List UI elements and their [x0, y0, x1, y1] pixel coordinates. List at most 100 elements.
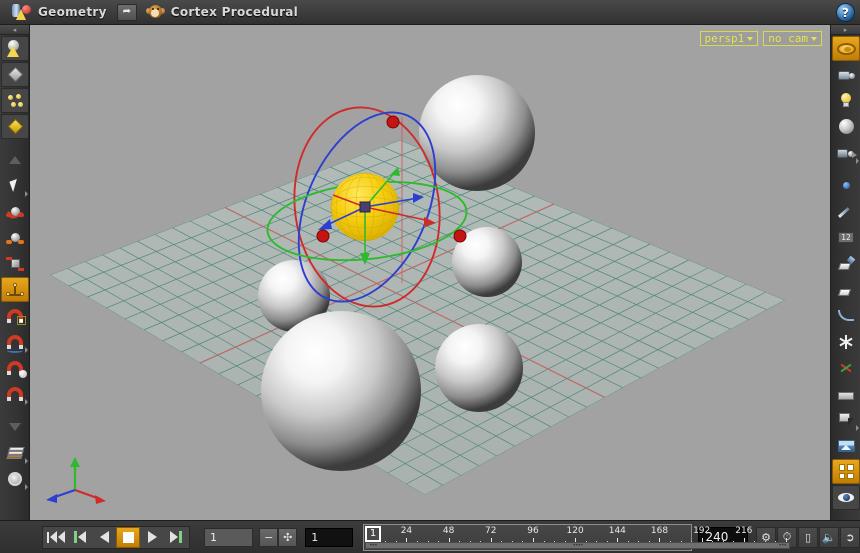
yellow-diamond-tool[interactable] — [1, 114, 29, 139]
timeline[interactable]: 24 48 72 96 120 144 168 192 216 1 ••• •••• ••• — [363, 523, 791, 551]
lasso-tool[interactable] — [1, 199, 29, 224]
timeline-tick-label: 144 — [608, 525, 626, 536]
scroll-right-grip[interactable]: ••• — [775, 542, 789, 549]
number-12-icon: 12 — [836, 229, 856, 247]
show-manipulator-tool[interactable] — [1, 277, 29, 302]
diamond-icon — [5, 66, 25, 84]
timeline-tick-label: 120 — [566, 525, 584, 536]
clapper-tool[interactable] — [832, 407, 860, 432]
sphere-mid-front-right[interactable] — [435, 324, 523, 412]
play-icon — [147, 531, 157, 543]
snap-to-view-tool[interactable] — [1, 381, 29, 406]
light-tool[interactable] — [832, 88, 860, 113]
tab-geometry[interactable]: Geometry — [6, 0, 113, 25]
four-view-layout-tool[interactable] — [832, 459, 860, 484]
arrow-in-box-icon[interactable]: ➦ — [116, 3, 137, 21]
more-options-triangle-icon — [25, 399, 28, 405]
scroll-left-grip[interactable]: ••• — [366, 542, 380, 549]
timeline-current-frame-marker[interactable]: 1 — [365, 525, 382, 542]
scissor-axis-tool[interactable] — [832, 355, 860, 380]
speaker-icon: 🔈 — [822, 530, 836, 544]
sphere-large-front[interactable] — [261, 311, 421, 471]
viewport-scene — [46, 75, 785, 504]
camera-menu-nocam[interactable]: no cam — [763, 31, 822, 46]
rotate-tool[interactable] — [1, 225, 29, 250]
more-options-triangle-icon — [856, 425, 859, 431]
manipulator-handle-right — [453, 229, 467, 243]
go-to-start-button[interactable] — [44, 527, 68, 548]
visibility-tool[interactable] — [832, 485, 860, 510]
tab-cortex-procedural[interactable]: Cortex Procedural — [141, 0, 304, 25]
magnet-point-icon — [7, 360, 27, 378]
collapse-up-arrow[interactable] — [1, 147, 29, 172]
film-reel-icon — [8, 471, 22, 486]
snap-to-curve-tool[interactable] — [1, 329, 29, 354]
image-icon — [837, 439, 855, 452]
camera-menu-persp[interactable]: persp1 — [699, 31, 759, 46]
twelve-count-tool[interactable]: 12 — [832, 225, 860, 250]
collapse-down-arrow[interactable] — [1, 414, 29, 439]
paint-brush-tool[interactable] — [832, 199, 860, 224]
animation-layer-icon[interactable]: ➲ — [840, 526, 860, 548]
blue-dot-icon — [842, 182, 850, 189]
shaded-sphere-display-tool[interactable] — [832, 114, 860, 139]
layers-tool[interactable] — [1, 440, 29, 465]
play-forwards-button[interactable] — [140, 527, 164, 548]
select-tool[interactable] — [1, 173, 29, 198]
film-strip-tool[interactable] — [832, 381, 860, 406]
step-back-key-button[interactable] — [68, 527, 92, 548]
right-toolbar-separator-1 — [831, 166, 860, 172]
decrement-button[interactable]: − — [259, 527, 279, 547]
books-icon — [5, 446, 25, 459]
image-plane-tool[interactable] — [832, 433, 860, 458]
timeline-tick-label: 96 — [527, 525, 539, 536]
blue-dot-tool[interactable] — [832, 173, 860, 198]
play-reverse-icon — [99, 531, 109, 543]
camera-view-tool[interactable] — [832, 140, 860, 165]
shaded-sphere-tool[interactable] — [1, 36, 29, 61]
prev-key-icon — [74, 531, 86, 543]
particles-tool[interactable] — [1, 88, 29, 113]
film-strip-icon — [838, 388, 854, 400]
more-options-triangle-icon — [25, 191, 28, 197]
key-button[interactable]: ✣ — [278, 527, 298, 547]
current-frame-field[interactable]: 1 — [204, 527, 254, 547]
left-toolbar-grip[interactable]: ◂ — [0, 25, 29, 35]
auto-keyframe-icon[interactable]: ▯ — [798, 526, 818, 548]
topbar-right-group: ? — [798, 0, 855, 25]
right-toolbar: ▸ 12 12 — [830, 25, 860, 520]
sphere-large-back[interactable] — [419, 75, 535, 191]
paint-effects-tool[interactable] — [832, 251, 860, 276]
sound-icon[interactable]: 🔈 — [819, 526, 839, 548]
timeline-scrollbar[interactable]: ••• •••• ••• — [365, 541, 791, 549]
skip-start-icon — [47, 531, 65, 543]
camera-tool[interactable] — [832, 62, 860, 87]
curve-tool[interactable] — [832, 303, 860, 328]
toolbar-separator-2 — [0, 407, 29, 413]
step-forward-key-button[interactable] — [164, 527, 188, 548]
timeline-tick-label: 24 — [400, 525, 413, 536]
stop-button[interactable] — [116, 526, 140, 548]
sphere-icon — [838, 119, 854, 134]
monkey-head-icon — [145, 4, 165, 20]
scale-tool[interactable] — [1, 251, 29, 276]
snap-to-grid-tool[interactable] — [1, 303, 29, 328]
diamond-tool[interactable] — [1, 62, 29, 87]
yellow-diamond-icon — [5, 118, 25, 136]
camera-view-icon — [836, 147, 857, 159]
curve-icon — [838, 309, 854, 322]
secondary-frame-field[interactable]: 1 — [305, 527, 354, 547]
render-tool[interactable] — [1, 466, 29, 491]
play-backwards-button[interactable] — [92, 527, 116, 548]
right-toolbar-grip[interactable]: ▸ — [831, 25, 860, 35]
shading-mode-tool[interactable] — [832, 36, 860, 61]
help-icon[interactable]: ? — [836, 3, 855, 22]
snap-to-point-tool[interactable] — [1, 355, 29, 380]
next-key-icon — [170, 531, 182, 543]
3d-viewport[interactable]: persp1 no cam — [30, 25, 830, 520]
light-bulb-icon — [840, 93, 852, 108]
snowflake-tool[interactable] — [832, 329, 860, 354]
twelve-page-tool[interactable]: 12 — [832, 277, 860, 302]
scroll-mid-grip[interactable]: •••• — [569, 542, 585, 549]
people-icon[interactable] — [798, 3, 832, 22]
